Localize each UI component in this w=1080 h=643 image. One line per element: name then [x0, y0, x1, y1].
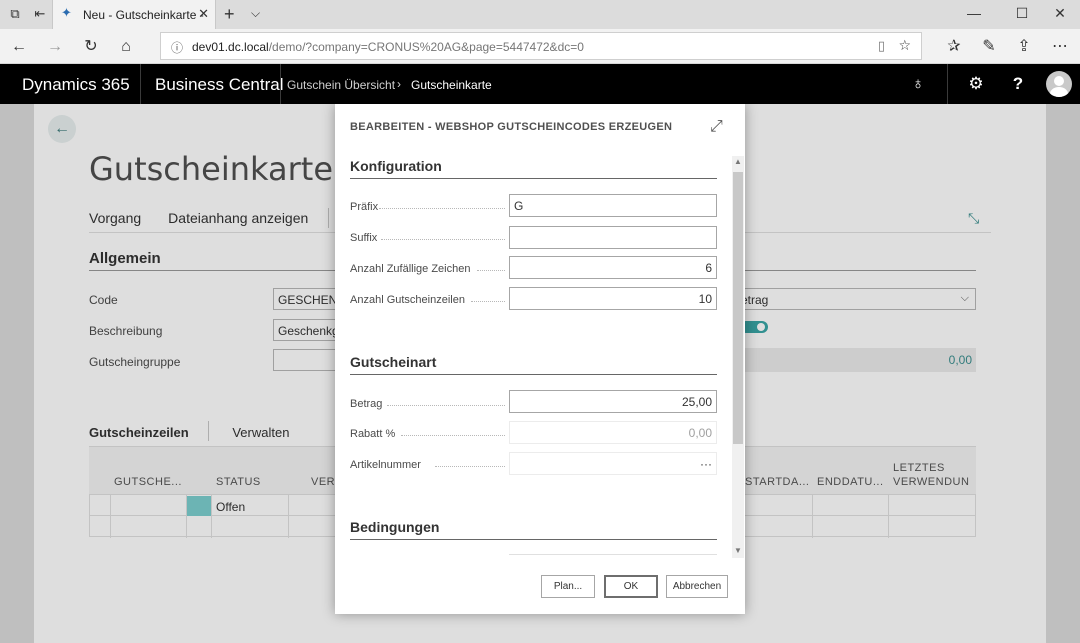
- random-chars-label: Anzahl Zufällige Zeichen: [350, 263, 471, 275]
- bc-header: Dynamics 365 Business Central Gutschein …: [0, 64, 1080, 104]
- dotted-leader: [477, 270, 505, 271]
- lines-count-input[interactable]: 10: [509, 287, 717, 310]
- dotted-leader: [401, 435, 505, 436]
- address-bar[interactable]: ⓘ dev01.dc.local/demo/?company=CRONUS%20…: [160, 32, 922, 60]
- prefix-input[interactable]: G: [509, 194, 717, 217]
- breadcrumb-chevron-icon: ›: [397, 77, 401, 91]
- pen-notes-icon[interactable]: ✎: [979, 37, 999, 57]
- section-gutscheinart[interactable]: Gutscheinart: [350, 354, 436, 370]
- breadcrumb-current: Gutscheinkarte: [411, 78, 492, 92]
- generate-codes-dialog: BEARBEITEN - WEBSHOP GUTSCHEINCODES ERZE…: [335, 104, 745, 614]
- product-name[interactable]: Dynamics 365: [22, 75, 130, 95]
- item-number-input[interactable]: ···: [509, 452, 717, 475]
- random-chars-input[interactable]: 6: [509, 256, 717, 279]
- close-tab-icon[interactable]: ✕: [198, 6, 209, 22]
- amount-input[interactable]: 25,00: [509, 390, 717, 413]
- expand-icon[interactable]: ⤢: [710, 118, 723, 136]
- header-divider: [140, 64, 141, 104]
- new-tab-icon[interactable]: +: [224, 4, 235, 25]
- tab-sets-icon[interactable]: ⧉: [6, 5, 24, 23]
- dotted-leader: [471, 301, 505, 302]
- gear-icon[interactable]: ⚙: [966, 74, 986, 94]
- suffix-label: Suffix: [350, 232, 378, 244]
- hidden-field-edge: [509, 554, 717, 555]
- maximize-icon[interactable]: ☐: [1012, 5, 1032, 22]
- discount-label: Rabatt %: [350, 428, 396, 440]
- dotted-leader: [381, 239, 505, 240]
- more-menu-icon[interactable]: ⋯: [1050, 37, 1070, 57]
- tab-list-chevron-icon[interactable]: ⌵: [251, 6, 260, 21]
- item-number-label: Artikelnummer: [350, 459, 421, 471]
- discount-input: 0,00: [509, 421, 717, 444]
- header-divider: [280, 64, 281, 104]
- amount-label: Betrag: [350, 398, 383, 410]
- ok-button[interactable]: OK: [604, 575, 658, 598]
- section-bedingungen[interactable]: Bedingungen: [350, 519, 439, 535]
- refresh-icon[interactable]: ↻: [81, 37, 101, 57]
- reading-view-icon[interactable]: ▯: [878, 38, 885, 54]
- suffix-input[interactable]: [509, 226, 717, 249]
- app-name[interactable]: Business Central: [155, 75, 284, 95]
- lines-count-label: Anzahl Gutscheinzeilen: [350, 294, 465, 306]
- tab-title: Neu - Gutscheinkarte -: [83, 8, 204, 22]
- browser-tab[interactable]: ✦ Neu - Gutscheinkarte - ✕: [52, 0, 216, 29]
- user-avatar-icon[interactable]: [1046, 71, 1072, 97]
- close-window-icon[interactable]: ✕: [1050, 5, 1070, 22]
- browser-toolbar: ← → ↻ ⌂ ⓘ dev01.dc.local/demo/?company=C…: [0, 29, 1080, 64]
- lightbulb-icon[interactable]: ♁: [908, 74, 928, 94]
- home-icon[interactable]: ⌂: [116, 37, 136, 57]
- set-aside-tabs-icon[interactable]: ⇤: [31, 5, 49, 23]
- breadcrumb-parent[interactable]: Gutschein Übersicht: [287, 78, 395, 92]
- dialog-title: BEARBEITEN - WEBSHOP GUTSCHEINCODES ERZE…: [350, 121, 673, 133]
- url-text: dev01.dc.local/demo/?company=CRONUS%20AG…: [192, 40, 584, 54]
- plan-button[interactable]: Plan...: [541, 575, 595, 598]
- forward-icon[interactable]: →: [45, 37, 65, 57]
- site-info-icon[interactable]: ⓘ: [171, 39, 183, 56]
- dotted-leader: [435, 466, 505, 467]
- dialog-scrollbar[interactable]: ▲ ▼: [732, 156, 744, 558]
- scroll-up-icon[interactable]: ▲: [734, 157, 742, 166]
- scroll-down-icon[interactable]: ▼: [734, 546, 742, 555]
- minimize-icon[interactable]: —: [964, 5, 984, 21]
- dotted-leader: [387, 405, 505, 406]
- favorite-star-icon[interactable]: ☆: [898, 37, 911, 54]
- dotted-leader: [379, 208, 505, 209]
- dynamics-favicon-icon: ✦: [61, 5, 72, 20]
- section-line: [350, 374, 717, 375]
- scroll-thumb[interactable]: [733, 172, 743, 444]
- prefix-label: Präfix: [350, 201, 379, 213]
- section-konfiguration[interactable]: Konfiguration: [350, 158, 442, 174]
- back-icon[interactable]: ←: [9, 37, 29, 57]
- browser-tabbar: ⧉ ⇤ ✦ Neu - Gutscheinkarte - ✕ + ⌵ — ☐ ✕: [0, 0, 1080, 29]
- header-divider: [947, 64, 948, 104]
- share-icon[interactable]: ⇪: [1014, 37, 1034, 57]
- help-icon[interactable]: ?: [1008, 74, 1028, 94]
- section-line: [350, 539, 717, 540]
- cancel-button[interactable]: Abbrechen: [666, 575, 728, 598]
- section-line: [350, 178, 717, 179]
- favorites-list-icon[interactable]: ✰: [944, 37, 964, 57]
